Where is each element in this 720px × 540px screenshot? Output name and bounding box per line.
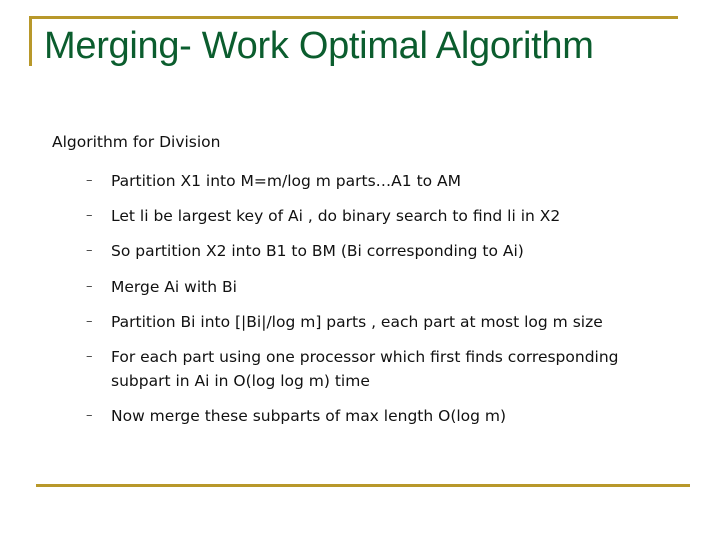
bullet-item: – Partition Bi into [|Bi|/log m] parts ,… xyxy=(86,310,676,334)
bullet-dash: – xyxy=(86,349,93,364)
bullet-text: For each part using one processor which … xyxy=(111,348,619,390)
bullet-dash: – xyxy=(86,208,93,223)
bullet-dash: – xyxy=(86,408,93,423)
bottom-accent-rule xyxy=(36,484,690,487)
bullet-text: Partition Bi into [|Bi|/log m] parts , e… xyxy=(111,313,603,331)
bullet-item: – For each part using one processor whic… xyxy=(86,345,676,393)
bullet-item: – Let li be largest key of Ai , do binar… xyxy=(86,204,676,228)
left-accent-rule xyxy=(29,16,32,66)
bullet-text: Now merge these subparts of max length O… xyxy=(111,407,507,425)
bullet-text: Partition X1 into M=m/log m parts…A1 to … xyxy=(111,172,462,190)
bullet-text: Merge Ai with Bi xyxy=(111,278,237,296)
bullet-dash: – xyxy=(86,173,93,188)
bullet-item: – So partition X2 into B1 to BM (Bi corr… xyxy=(86,239,676,263)
slide-subheading: Algorithm for Division xyxy=(52,133,221,151)
bullet-dash: – xyxy=(86,243,93,258)
bullet-dash: – xyxy=(86,314,93,329)
bullet-dash: – xyxy=(86,279,93,294)
bullet-item: – Partition X1 into M=m/log m parts…A1 t… xyxy=(86,169,676,193)
top-accent-rule xyxy=(29,16,678,19)
bullet-text: So partition X2 into B1 to BM (Bi corres… xyxy=(111,242,524,260)
bullet-item: – Now merge these subparts of max length… xyxy=(86,404,676,428)
bullet-text: Let li be largest key of Ai , do binary … xyxy=(111,207,561,225)
slide-title: Merging- Work Optimal Algorithm xyxy=(44,25,594,67)
bullet-item: – Merge Ai with Bi xyxy=(86,275,676,299)
